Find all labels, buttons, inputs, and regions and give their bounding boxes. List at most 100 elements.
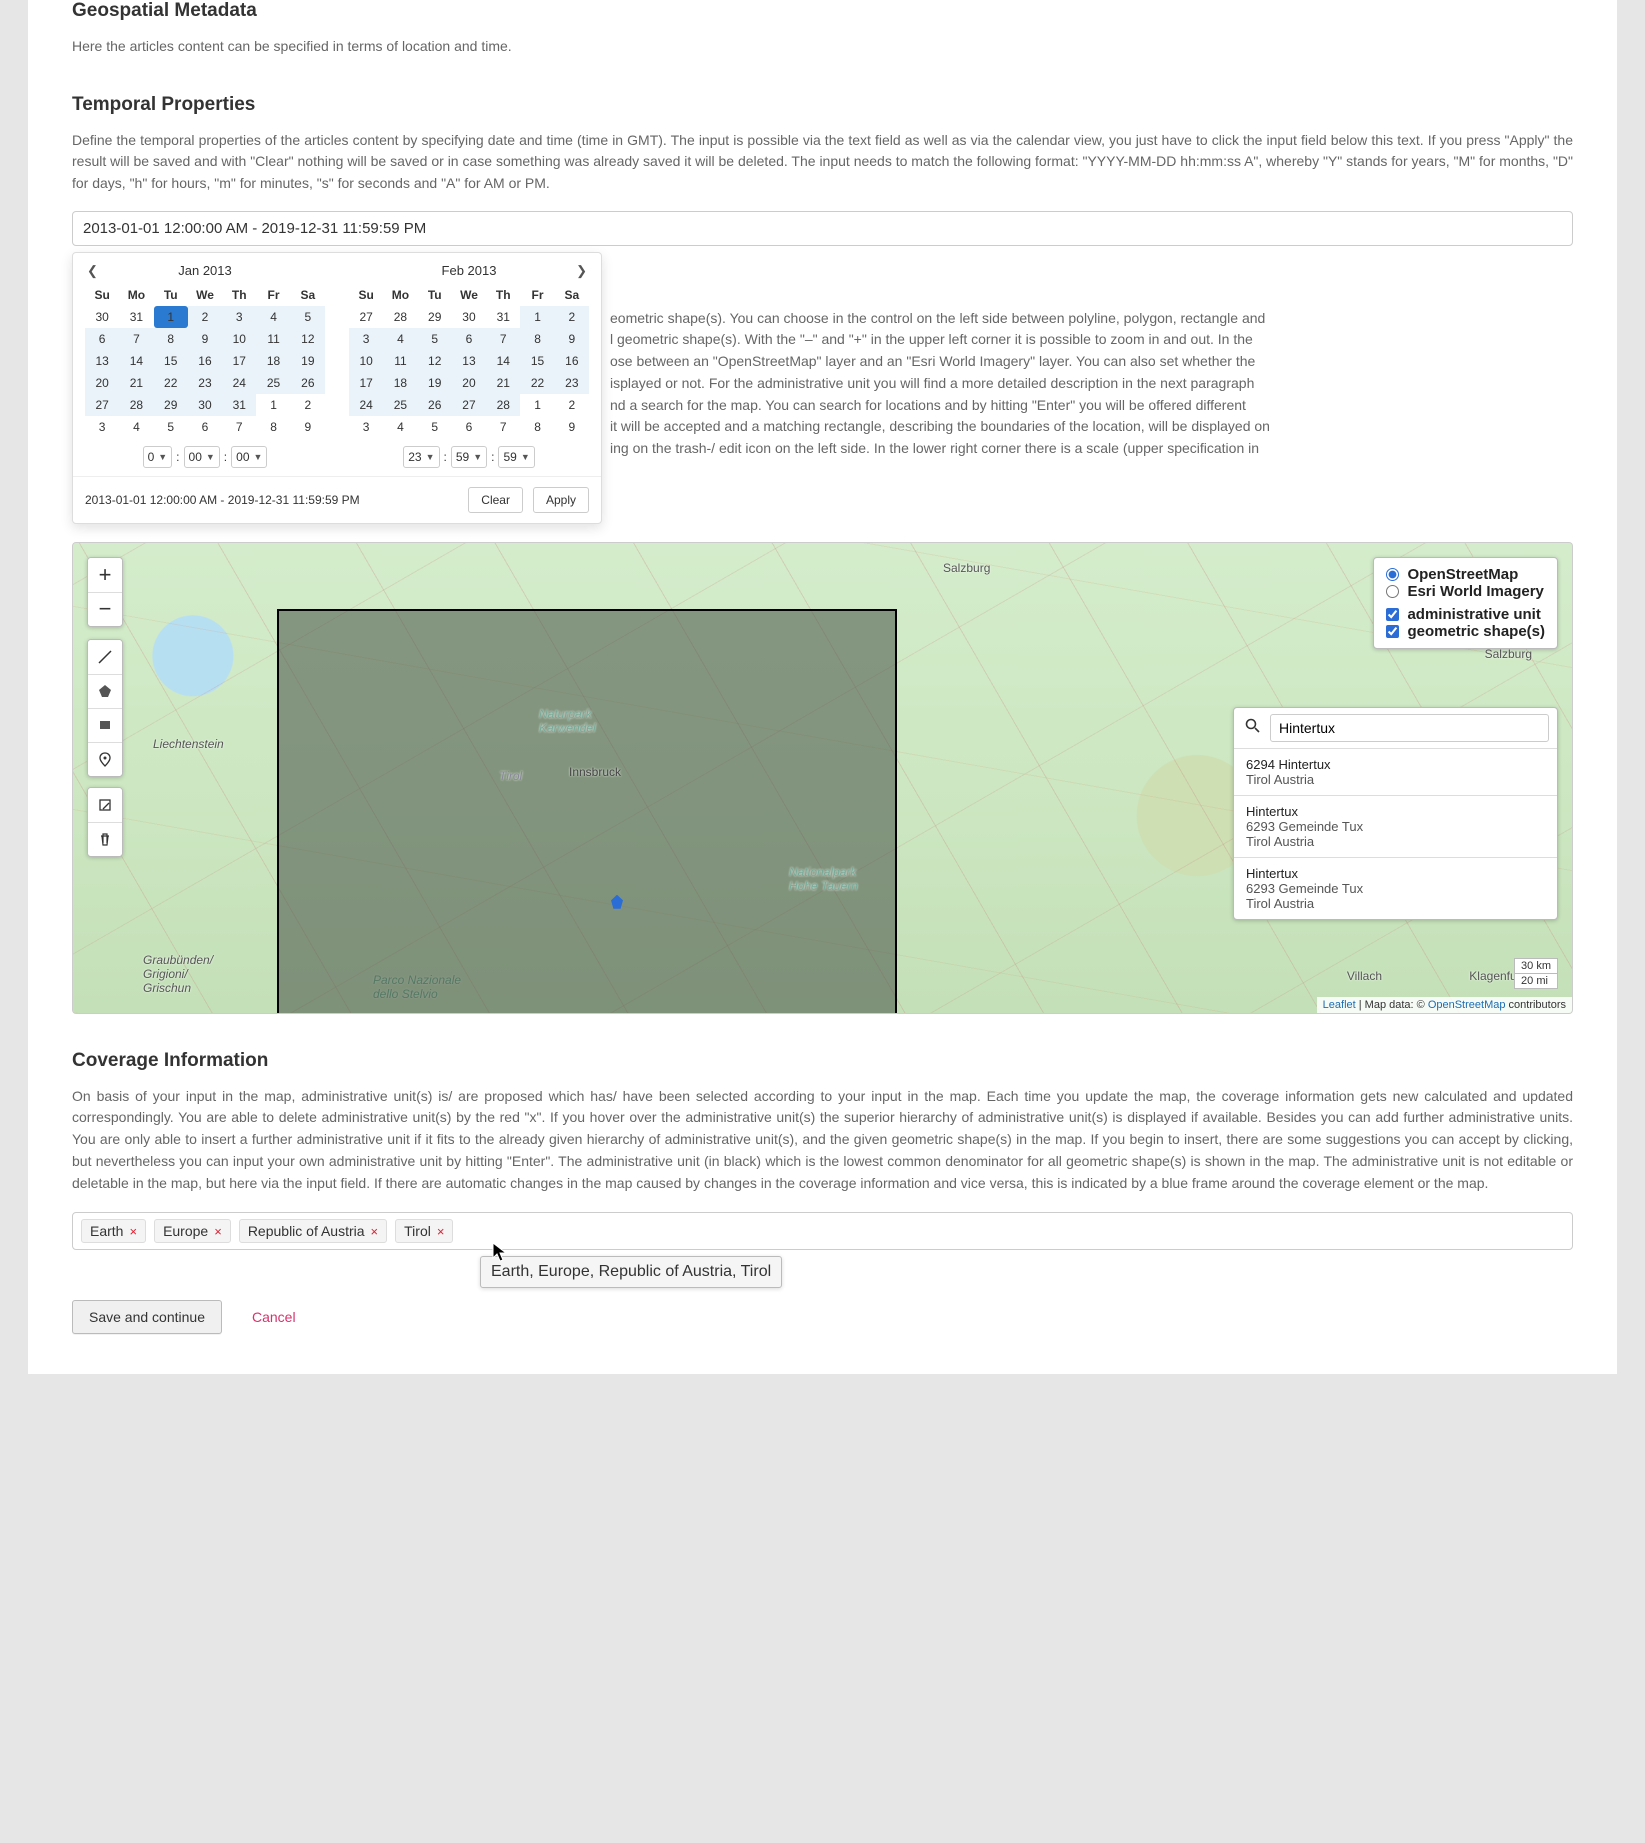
- coverage-tag[interactable]: Earth×: [81, 1219, 146, 1243]
- calendar-day[interactable]: 30: [188, 394, 222, 416]
- calendar-day[interactable]: 4: [119, 416, 153, 438]
- zoom-in-button[interactable]: +: [88, 558, 122, 592]
- calendar-day[interactable]: 12: [418, 350, 452, 372]
- calendar-day[interactable]: 26: [418, 394, 452, 416]
- calendar-day[interactable]: 7: [119, 328, 153, 350]
- calendar-day[interactable]: 20: [85, 372, 119, 394]
- calendar-day[interactable]: 3: [349, 416, 383, 438]
- calendar-day[interactable]: 23: [188, 372, 222, 394]
- tag-remove-icon[interactable]: ×: [371, 1224, 379, 1239]
- apply-button[interactable]: Apply: [533, 487, 589, 513]
- calendar-day[interactable]: 4: [383, 416, 417, 438]
- calendar-day[interactable]: 16: [555, 350, 589, 372]
- calendar-day[interactable]: 5: [291, 306, 325, 328]
- calendar-day[interactable]: 14: [486, 350, 520, 372]
- draw-polygon-icon[interactable]: [88, 674, 122, 708]
- zoom-out-button[interactable]: −: [88, 592, 122, 626]
- calendar-day[interactable]: 4: [256, 306, 290, 328]
- calendar-day[interactable]: 15: [520, 350, 554, 372]
- calendar-day[interactable]: 13: [85, 350, 119, 372]
- calendar-day[interactable]: 20: [452, 372, 486, 394]
- calendar-day[interactable]: 9: [555, 416, 589, 438]
- calendar-day[interactable]: 27: [349, 306, 383, 328]
- calendar-day[interactable]: 2: [291, 394, 325, 416]
- calendar-day[interactable]: 12: [291, 328, 325, 350]
- search-input[interactable]: [1270, 714, 1549, 742]
- calendar-day[interactable]: 3: [85, 416, 119, 438]
- calendar-day[interactable]: 8: [520, 328, 554, 350]
- calendar-day[interactable]: 27: [452, 394, 486, 416]
- calendar-day[interactable]: 1: [256, 394, 290, 416]
- calendar-day[interactable]: 29: [418, 306, 452, 328]
- calendar-day[interactable]: 6: [188, 416, 222, 438]
- save-button[interactable]: Save and continue: [72, 1300, 222, 1334]
- calendar-day[interactable]: 17: [349, 372, 383, 394]
- calendar-day[interactable]: 22: [520, 372, 554, 394]
- time2-min-select[interactable]: 59▼: [451, 446, 487, 468]
- calendar-day[interactable]: 7: [486, 328, 520, 350]
- calendar-day[interactable]: 30: [85, 306, 119, 328]
- calendar-day[interactable]: 2: [188, 306, 222, 328]
- coverage-tag[interactable]: Tirol×: [395, 1219, 453, 1243]
- calendar-day[interactable]: 3: [222, 306, 256, 328]
- daterange-input[interactable]: [72, 211, 1573, 246]
- calendar-day[interactable]: 7: [222, 416, 256, 438]
- tag-remove-icon[interactable]: ×: [214, 1224, 222, 1239]
- calendar-day[interactable]: 29: [154, 394, 188, 416]
- calendar-day[interactable]: 24: [349, 394, 383, 416]
- calendar-day[interactable]: 16: [188, 350, 222, 372]
- calendar-day[interactable]: 6: [85, 328, 119, 350]
- overlay-admin-checkbox[interactable]: administrative unit: [1386, 606, 1545, 623]
- calendar-day[interactable]: 28: [119, 394, 153, 416]
- calendar-day[interactable]: 9: [555, 328, 589, 350]
- layer-esri-radio[interactable]: Esri World Imagery: [1386, 583, 1545, 600]
- calendar-day[interactable]: 30: [452, 306, 486, 328]
- next-month-icon[interactable]: ❯: [572, 263, 591, 279]
- calendar-day[interactable]: 31: [119, 306, 153, 328]
- calendar-day[interactable]: 9: [188, 328, 222, 350]
- calendar-day[interactable]: 8: [520, 416, 554, 438]
- clear-button[interactable]: Clear: [468, 487, 523, 513]
- tag-remove-icon[interactable]: ×: [437, 1224, 445, 1239]
- edit-shapes-icon[interactable]: [88, 788, 122, 822]
- overlay-geom-checkbox[interactable]: geometric shape(s): [1386, 623, 1545, 640]
- calendar-day[interactable]: 15: [154, 350, 188, 372]
- calendar-day[interactable]: 13: [452, 350, 486, 372]
- osm-link[interactable]: OpenStreetMap: [1428, 999, 1506, 1011]
- coverage-tag[interactable]: Republic of Austria×: [239, 1219, 387, 1243]
- calendar-day[interactable]: 4: [383, 328, 417, 350]
- calendar-day[interactable]: 2: [555, 306, 589, 328]
- draw-polyline-icon[interactable]: [88, 640, 122, 674]
- calendar-day[interactable]: 26: [291, 372, 325, 394]
- calendar-day[interactable]: 2: [555, 394, 589, 416]
- draw-rectangle-icon[interactable]: [88, 708, 122, 742]
- calendar-day[interactable]: 1: [520, 306, 554, 328]
- calendar-day[interactable]: 25: [256, 372, 290, 394]
- calendar-day[interactable]: 21: [119, 372, 153, 394]
- time1-hour-select[interactable]: 0▼: [143, 446, 173, 468]
- search-result[interactable]: Hintertux6293 Gemeinde TuxTirol Austria: [1234, 795, 1557, 857]
- calendar-day[interactable]: 28: [383, 306, 417, 328]
- calendar-day[interactable]: 9: [291, 416, 325, 438]
- coverage-tags-input[interactable]: Earth×Europe×Republic of Austria×Tirol×: [72, 1212, 1573, 1250]
- calendar-day[interactable]: 6: [452, 416, 486, 438]
- leaflet-link[interactable]: Leaflet: [1323, 999, 1356, 1011]
- calendar-day[interactable]: 23: [555, 372, 589, 394]
- time2-hour-select[interactable]: 23▼: [403, 446, 439, 468]
- calendar-day[interactable]: 5: [418, 328, 452, 350]
- draw-marker-icon[interactable]: [88, 742, 122, 776]
- calendar-day[interactable]: 18: [383, 372, 417, 394]
- calendar-day[interactable]: 11: [383, 350, 417, 372]
- calendar-day[interactable]: 22: [154, 372, 188, 394]
- calendar-day[interactable]: 27: [85, 394, 119, 416]
- calendar-day[interactable]: 19: [291, 350, 325, 372]
- time1-sec-select[interactable]: 00▼: [231, 446, 267, 468]
- time1-min-select[interactable]: 00▼: [184, 446, 220, 468]
- map[interactable]: Salzburg Salzburg Liechtenstein Graubünd…: [72, 542, 1573, 1014]
- tag-remove-icon[interactable]: ×: [129, 1224, 137, 1239]
- calendar-day[interactable]: 8: [256, 416, 290, 438]
- calendar-day[interactable]: 8: [154, 328, 188, 350]
- calendar-day[interactable]: 17: [222, 350, 256, 372]
- search-result[interactable]: Hintertux6293 Gemeinde TuxTirol Austria: [1234, 857, 1557, 919]
- time2-sec-select[interactable]: 59▼: [498, 446, 534, 468]
